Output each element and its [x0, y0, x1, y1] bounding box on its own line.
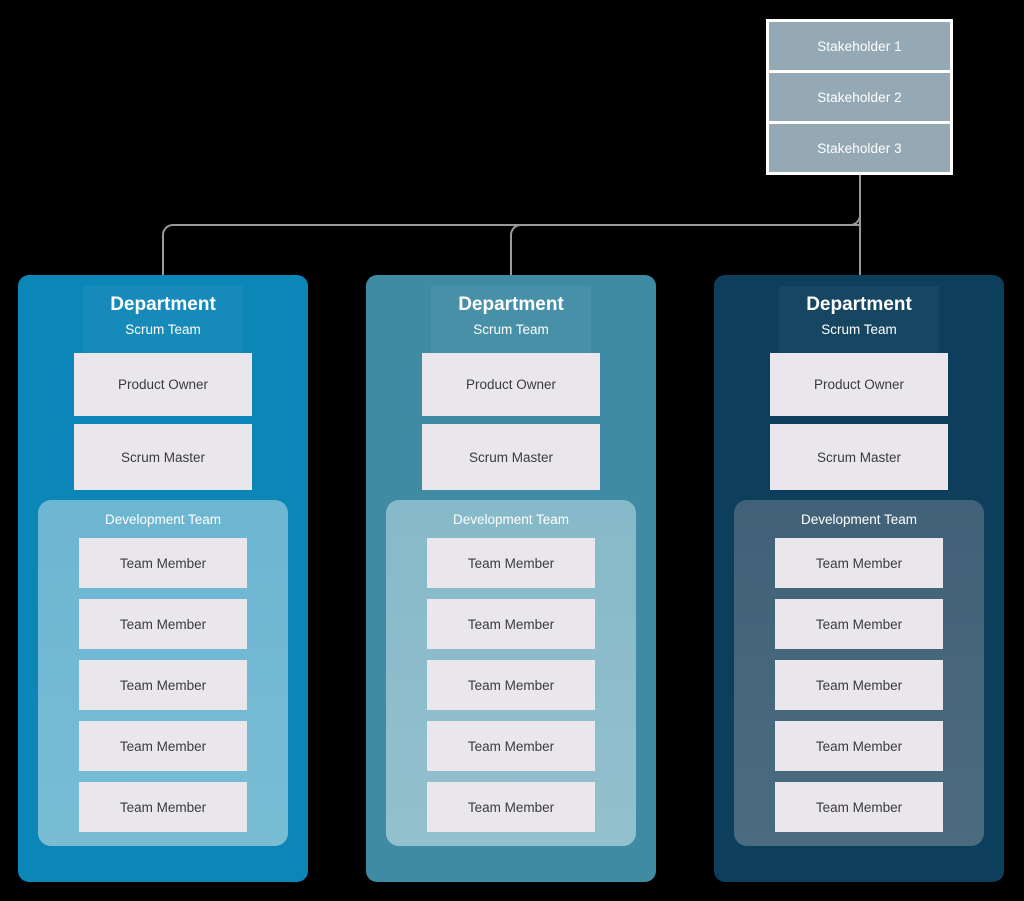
- team-member-box[interactable]: Team Member: [427, 660, 595, 710]
- team-member-label: Team Member: [467, 677, 555, 693]
- team-member-label: Team Member: [467, 799, 555, 815]
- department-subtitle: Scrum Team: [125, 322, 201, 337]
- stakeholder-box[interactable]: Stakeholder 1: [769, 22, 950, 73]
- team-member-label: Team Member: [467, 738, 555, 754]
- team-member-box[interactable]: Team Member: [427, 721, 595, 771]
- team-member-label: Team Member: [119, 738, 207, 754]
- role-box-scrum-master[interactable]: Scrum Master: [74, 424, 252, 490]
- department-card[interactable]: Department Scrum Team Product Owner Scru…: [18, 275, 308, 882]
- stakeholder-stack: Stakeholder 1 Stakeholder 2 Stakeholder …: [766, 19, 953, 175]
- team-member-box[interactable]: Team Member: [775, 538, 943, 588]
- development-team-panel: Development Team Team Member Team Member…: [38, 500, 288, 846]
- role-label: Product Owner: [465, 377, 557, 392]
- role-box-product-owner[interactable]: Product Owner: [422, 353, 600, 416]
- team-member-box[interactable]: Team Member: [427, 782, 595, 832]
- team-member-label: Team Member: [119, 616, 207, 632]
- role-label: Scrum Master: [468, 449, 553, 465]
- team-member-box[interactable]: Team Member: [79, 599, 247, 649]
- development-team-panel: Development Team Team Member Team Member…: [386, 500, 636, 846]
- stakeholder-label: Stakeholder 3: [817, 140, 902, 156]
- role-label: Product Owner: [117, 377, 209, 392]
- department-title: Department: [458, 294, 564, 315]
- connector-branch-left: [162, 224, 860, 275]
- development-team-title: Development Team: [104, 512, 222, 527]
- team-member-label: Team Member: [815, 799, 903, 815]
- stakeholder-box[interactable]: Stakeholder 3: [769, 124, 950, 175]
- team-member-label: Team Member: [119, 799, 207, 815]
- department-title: Department: [806, 294, 912, 315]
- department-card[interactable]: Department Scrum Team Product Owner Scru…: [366, 275, 656, 882]
- department-header: Department Scrum Team: [779, 286, 939, 353]
- department-title: Department: [110, 294, 216, 315]
- team-member-label: Team Member: [119, 677, 207, 693]
- department-card[interactable]: Department Scrum Team Product Owner Scru…: [714, 275, 1004, 882]
- team-member-box[interactable]: Team Member: [79, 721, 247, 771]
- stakeholder-label: Stakeholder 2: [817, 89, 902, 105]
- org-chart-diagram: Stakeholder 1 Stakeholder 2 Stakeholder …: [0, 0, 1024, 901]
- team-member-box[interactable]: Team Member: [775, 721, 943, 771]
- stakeholder-box[interactable]: Stakeholder 2: [769, 73, 950, 124]
- team-member-label: Team Member: [815, 738, 903, 754]
- development-team-title: Development Team: [800, 512, 918, 527]
- team-member-box[interactable]: Team Member: [775, 599, 943, 649]
- team-member-label: Team Member: [815, 616, 903, 632]
- role-box-product-owner[interactable]: Product Owner: [770, 353, 948, 416]
- role-box-product-owner[interactable]: Product Owner: [74, 353, 252, 416]
- development-team-panel: Development Team Team Member Team Member…: [734, 500, 984, 846]
- team-member-box[interactable]: Team Member: [775, 782, 943, 832]
- team-member-box[interactable]: Team Member: [427, 538, 595, 588]
- stakeholder-label: Stakeholder 1: [817, 38, 902, 54]
- team-member-box[interactable]: Team Member: [775, 660, 943, 710]
- team-member-box[interactable]: Team Member: [427, 599, 595, 649]
- team-member-label: Team Member: [815, 555, 903, 571]
- department-header: Department Scrum Team: [83, 286, 243, 353]
- department-subtitle: Scrum Team: [473, 322, 549, 337]
- department-subtitle: Scrum Team: [821, 322, 897, 337]
- team-member-label: Team Member: [119, 555, 207, 571]
- development-team-title: Development Team: [452, 512, 570, 527]
- role-box-scrum-master[interactable]: Scrum Master: [422, 424, 600, 490]
- team-member-label: Team Member: [815, 677, 903, 693]
- team-member-label: Team Member: [467, 555, 555, 571]
- department-header: Department Scrum Team: [431, 286, 591, 353]
- connector-branch-middle: [510, 224, 522, 275]
- team-member-box[interactable]: Team Member: [79, 660, 247, 710]
- team-member-label: Team Member: [467, 616, 555, 632]
- connector-elbow-right: [849, 214, 861, 226]
- team-member-box[interactable]: Team Member: [79, 538, 247, 588]
- role-box-scrum-master[interactable]: Scrum Master: [770, 424, 948, 490]
- role-label: Scrum Master: [816, 449, 901, 465]
- team-member-box[interactable]: Team Member: [79, 782, 247, 832]
- role-label: Scrum Master: [120, 449, 205, 465]
- role-label: Product Owner: [813, 377, 905, 392]
